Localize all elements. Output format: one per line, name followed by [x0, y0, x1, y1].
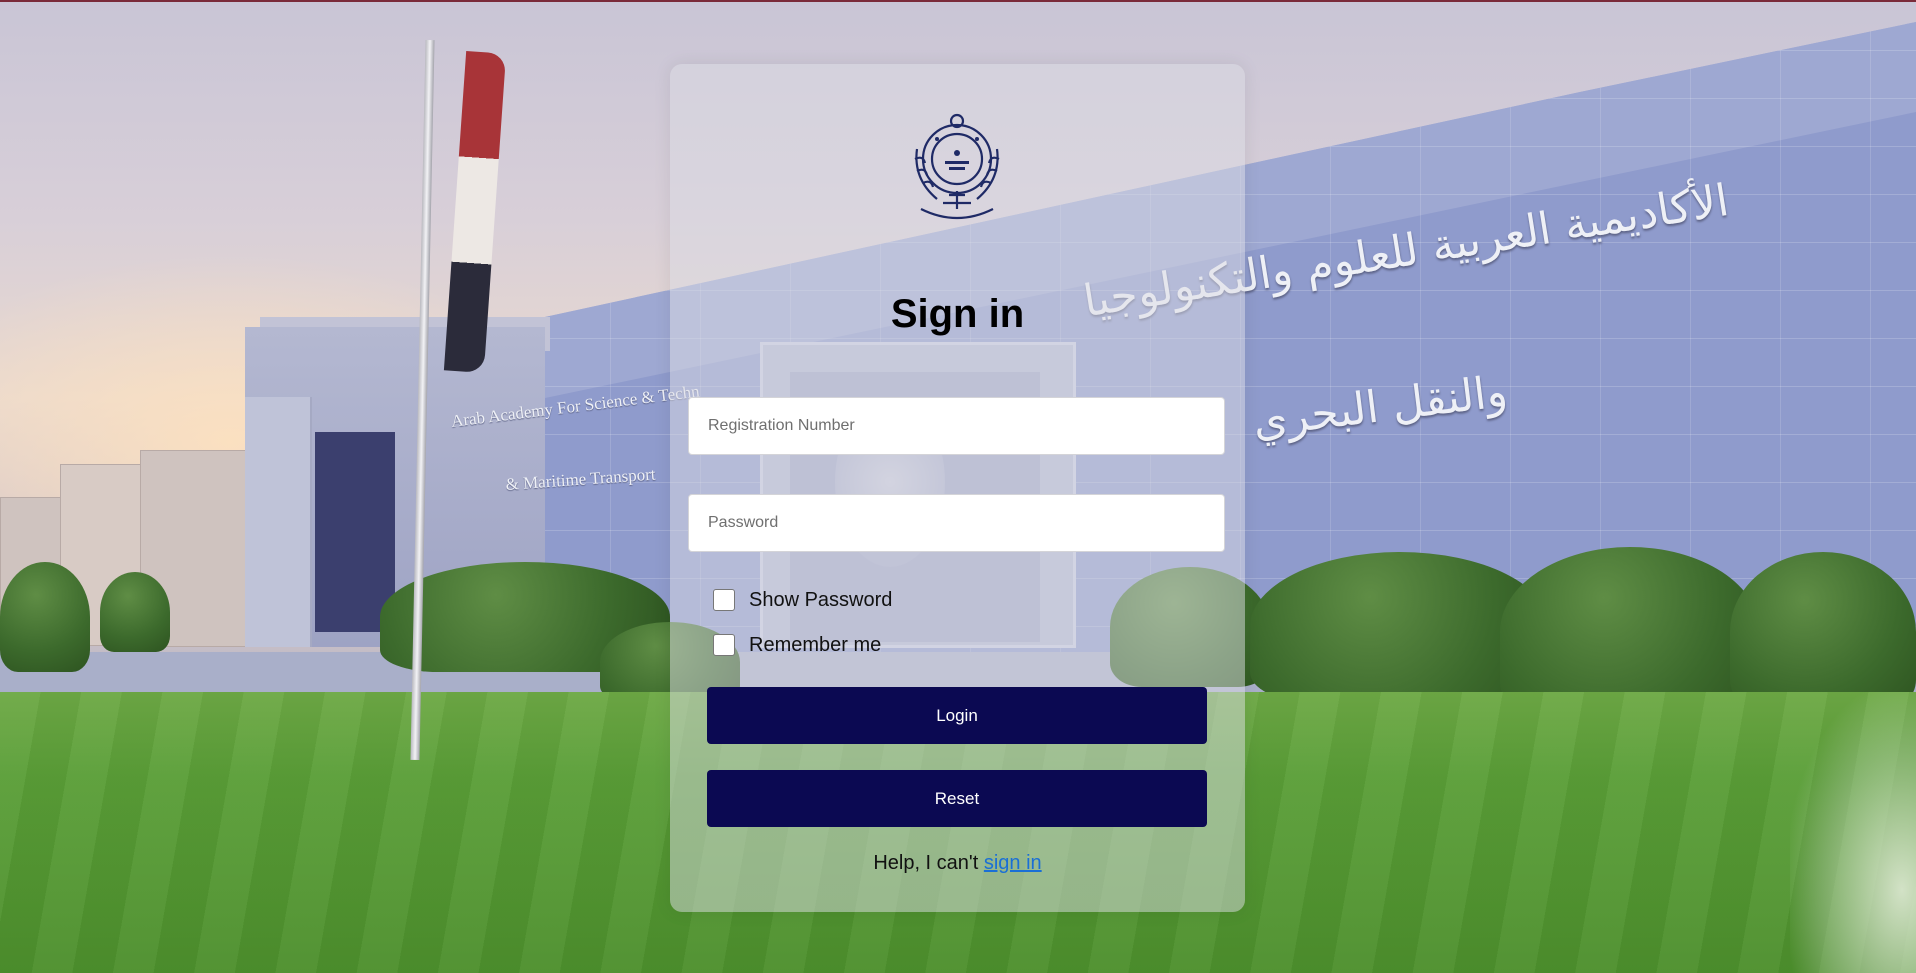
remember-me-label[interactable]: Remember me [749, 634, 881, 657]
reset-button[interactable]: Reset [707, 770, 1207, 827]
background-tree [100, 572, 170, 652]
password-input[interactable] [688, 494, 1225, 552]
background-wing-glass [315, 432, 395, 632]
remember-me-row[interactable]: Remember me [713, 632, 881, 658]
academy-seal-logo-icon [914, 113, 1000, 219]
sign-in-title: Sign in [890, 292, 1025, 336]
background-hedge [1730, 552, 1916, 712]
registration-number-input[interactable] [688, 397, 1225, 455]
remember-me-checkbox[interactable] [713, 634, 735, 656]
show-password-row[interactable]: Show Password [713, 587, 892, 613]
background-palm [1790, 692, 1916, 973]
show-password-checkbox[interactable] [713, 589, 735, 611]
login-button[interactable]: Login [707, 687, 1207, 744]
background-tree [0, 562, 90, 672]
help-prefix: Help, I can't [873, 852, 984, 874]
help-text: Help, I can't sign in [670, 852, 1245, 875]
sign-in-help-link[interactable]: sign in [984, 852, 1042, 874]
login-page: Arab Academy For Science & Techn & Marit… [0, 0, 1916, 973]
show-password-label[interactable]: Show Password [749, 589, 892, 612]
background-wing-column [245, 397, 312, 647]
